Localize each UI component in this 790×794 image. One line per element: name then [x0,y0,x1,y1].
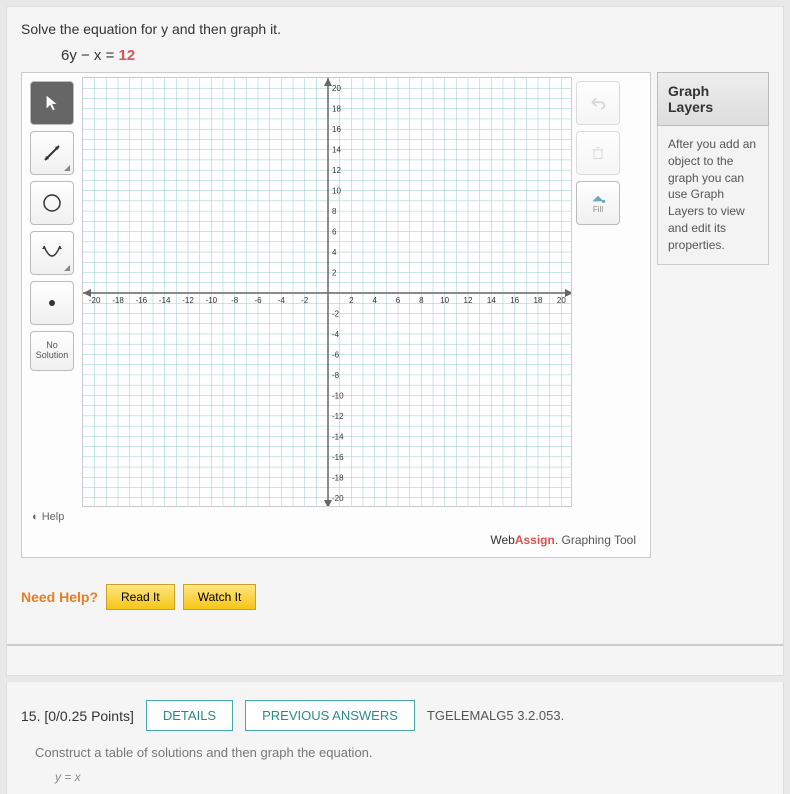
svg-text:-8: -8 [231,296,239,305]
svg-text:-4: -4 [278,296,286,305]
watch-it-button[interactable]: Watch It [183,584,257,610]
expand-icon [64,165,70,171]
svg-text:8: 8 [419,296,424,305]
svg-text:12: 12 [332,166,341,175]
question-reference: TGELEMALG5 3.2.053. [427,708,564,723]
svg-text:16: 16 [332,125,341,134]
need-help-row: Need Help? Read It Watch It [21,584,769,610]
help-label: Help [42,511,65,523]
trash-icon [590,145,606,161]
circle-tool[interactable] [30,181,74,225]
graphing-tool: No Solution -20 -18 -16 -14 -12 -10 -8 -6 -4 -2 2 4… [21,72,651,558]
svg-text:2: 2 [349,296,354,305]
svg-text:-12: -12 [182,296,194,305]
fill-label: Fill [593,205,603,214]
svg-text:-4: -4 [332,330,340,339]
previous-answers-button[interactable]: PREVIOUS ANSWERS [245,700,415,731]
brand-pre: Web [490,533,514,547]
brand-footer: WebAssign. Graphing Tool [26,527,646,553]
svg-text:18: 18 [534,296,543,305]
graph-layers-panel: Graph Layers After you add an object to … [657,72,769,265]
parabola-tool[interactable] [30,231,74,275]
brand-mid: Assign [515,533,555,547]
svg-text:-18: -18 [332,473,344,482]
delete-button[interactable] [576,131,620,175]
help-link[interactable]: ◐ Help [26,507,646,527]
svg-text:2: 2 [332,269,337,278]
graph-canvas[interactable]: -20 -18 -16 -14 -12 -10 -8 -6 -4 -2 2 4 6 8 10 12 14 16 18… [82,77,572,507]
right-tool-palette: Fill [572,77,628,507]
separator [7,644,783,646]
cursor-icon [43,94,61,112]
svg-text:10: 10 [440,296,449,305]
svg-text:10: 10 [332,187,341,196]
svg-text:4: 4 [332,248,337,257]
svg-text:4: 4 [372,296,377,305]
brand-suffix: . Graphing Tool [555,533,636,547]
question-prompt: Solve the equation for y and then graph … [21,21,769,37]
line-icon [42,143,62,163]
svg-text:6: 6 [332,228,337,237]
svg-text:-2: -2 [332,309,340,318]
point-icon [46,297,58,309]
svg-text:-12: -12 [332,412,344,421]
svg-text:-10: -10 [332,391,344,400]
help-icon: ◐ [32,511,42,523]
svg-text:-18: -18 [112,296,124,305]
question-number: 15. [0/0.25 Points] [21,708,134,724]
next-question-header: 15. [0/0.25 Points] DETAILS PREVIOUS ANS… [6,682,784,739]
undo-icon [590,95,606,111]
equation: 6y − x = 12 [61,47,769,64]
pointer-tool[interactable] [30,81,74,125]
line-tool[interactable] [30,131,74,175]
read-it-button[interactable]: Read It [106,584,175,610]
no-solution-label-2: Solution [36,351,69,361]
circle-icon [41,192,63,214]
svg-text:-16: -16 [332,453,344,462]
svg-text:20: 20 [557,296,566,305]
svg-text:-10: -10 [206,296,218,305]
svg-text:-14: -14 [332,432,344,441]
tool-palette: No Solution [26,77,82,507]
svg-text:-8: -8 [332,371,340,380]
svg-text:12: 12 [464,296,473,305]
no-solution-tool[interactable]: No Solution [30,331,74,371]
svg-text:8: 8 [332,207,337,216]
parabola-icon [41,242,63,264]
need-help-label: Need Help? [21,589,98,605]
svg-text:-20: -20 [332,494,344,503]
fill-button[interactable]: Fill [576,181,620,225]
details-button[interactable]: DETAILS [146,700,233,731]
next-question-prompt: Construct a table of solutions and then … [6,739,784,766]
svg-text:-6: -6 [332,350,340,359]
fill-icon [590,193,606,205]
graph-layers-body: After you add an object to the graph you… [657,126,769,265]
svg-text:16: 16 [510,296,519,305]
graph-layers-title[interactable]: Graph Layers [657,72,769,126]
next-question-equation: y = x [6,766,784,794]
equation-rhs: 12 [119,47,136,64]
point-tool[interactable] [30,281,74,325]
expand-icon [64,265,70,271]
undo-button[interactable] [576,81,620,125]
svg-text:-6: -6 [254,296,262,305]
svg-text:14: 14 [487,296,496,305]
svg-text:18: 18 [332,105,341,114]
svg-text:-14: -14 [159,296,171,305]
svg-text:-16: -16 [136,296,148,305]
svg-text:14: 14 [332,146,341,155]
svg-text:-2: -2 [301,296,309,305]
equation-lhs: 6y − x = [61,47,119,64]
svg-text:6: 6 [396,296,401,305]
svg-text:-20: -20 [89,296,101,305]
svg-text:20: 20 [332,84,341,93]
